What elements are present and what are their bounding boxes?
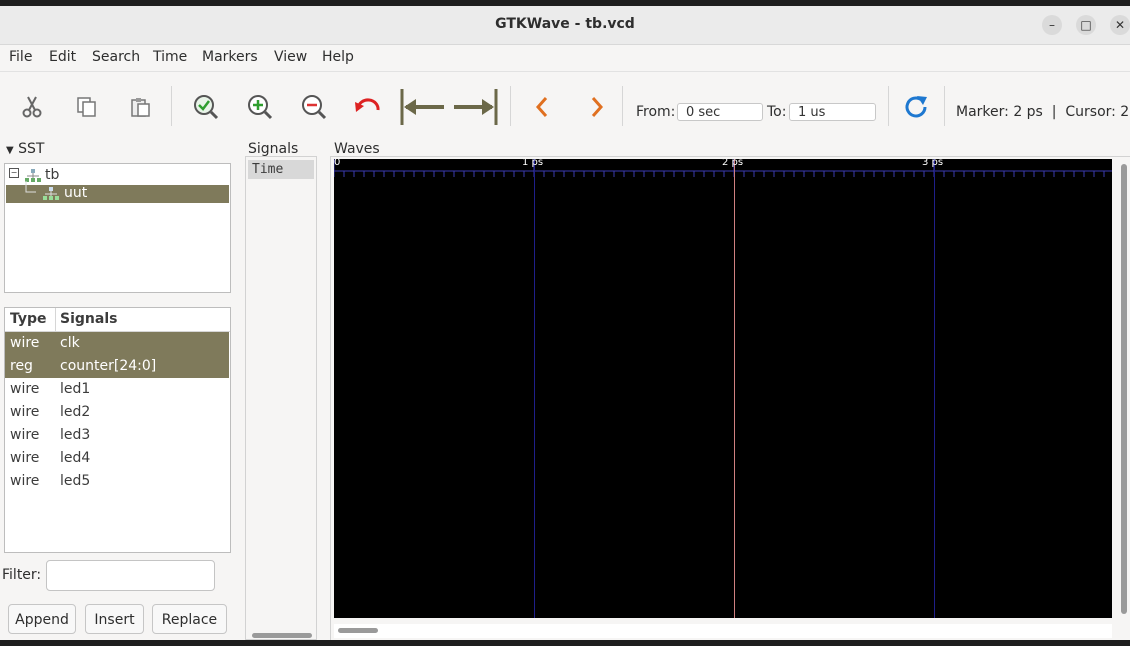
tick-label: 0 (334, 159, 341, 168)
tick-label: 1 ps (522, 159, 544, 168)
signal-type: wire (10, 473, 40, 489)
signal-row[interactable]: wire clk (5, 332, 229, 355)
signal-type: wire (10, 381, 40, 397)
expander-down-icon: ▼ (6, 145, 14, 156)
prev-edge-icon[interactable] (527, 92, 557, 122)
from-field[interactable]: 0 sec (677, 103, 763, 121)
sst-expander[interactable]: ▼ SST (6, 141, 44, 157)
signals-hscrollbar[interactable] (252, 633, 312, 638)
signal-name: led2 (60, 404, 91, 420)
maximize-button[interactable]: □ (1076, 15, 1096, 35)
waves-hscrollbar[interactable] (338, 628, 378, 633)
filter-input[interactable] (46, 560, 215, 591)
menu-view[interactable]: View (274, 49, 307, 65)
signal-list: Type Signals wire clk reg counter[24:0] wi… (4, 307, 231, 553)
menu-bar: File Edit Search Time Markers View Help (0, 45, 1130, 72)
waves-canvas[interactable]: 0 1 ps 2 ps 3 ps (334, 159, 1112, 618)
signal-row[interactable]: reg counter[24:0] (5, 355, 229, 378)
column-separator (55, 308, 56, 331)
from-label: From: (636, 104, 676, 120)
column-header-signals[interactable]: Signals (60, 308, 117, 331)
sst-label: SST (18, 141, 45, 157)
sst-tree: − tb uut (4, 163, 231, 293)
replace-button[interactable]: Replace (152, 604, 227, 634)
gtkwave-window: GTKWave - tb.vcd – □ ✕ File Edit Search … (0, 6, 1130, 646)
signal-row[interactable]: wire led3 (5, 424, 229, 447)
menu-time[interactable]: Time (153, 49, 187, 65)
tree-label: uut (64, 185, 88, 201)
signal-name: counter[24:0] (60, 358, 157, 374)
signals-pane: Time (245, 156, 317, 640)
menu-file[interactable]: File (9, 49, 32, 65)
signal-type: wire (10, 427, 40, 443)
signal-type: wire (10, 404, 40, 420)
toolbar-separator (171, 86, 172, 126)
menu-help[interactable]: Help (322, 49, 354, 65)
tick-label: 2 ps (722, 159, 744, 168)
filter-label: Filter: (2, 567, 42, 583)
signal-row[interactable]: wire led2 (5, 401, 229, 424)
toolbar-separator (510, 86, 511, 126)
signal-type: reg (10, 358, 33, 374)
minimize-button[interactable]: – (1042, 15, 1062, 35)
toolbar-separator (888, 86, 889, 126)
toolbar-separator (622, 86, 623, 126)
zoom-out-icon[interactable] (299, 92, 329, 122)
signal-name: led4 (60, 450, 91, 466)
menu-markers[interactable]: Markers (202, 49, 258, 65)
background-terminal-strip (0, 640, 1130, 646)
tree-item-uut[interactable]: uut (6, 181, 229, 203)
zoom-to-end-icon[interactable] (452, 87, 498, 127)
menu-search[interactable]: Search (92, 49, 140, 65)
copy-icon[interactable] (71, 92, 101, 122)
undo-zoom-icon[interactable] (353, 92, 383, 122)
tree-branch-icon (25, 181, 36, 193)
menu-edit[interactable]: Edit (49, 49, 76, 65)
signal-type: wire (10, 335, 40, 351)
signal-name: led3 (60, 427, 91, 443)
tree-collapse-icon[interactable]: − (9, 168, 19, 178)
marker-cursor-readout: Marker: 2 ps | Cursor: 2 ps (956, 104, 1130, 120)
signal-list-header: Type Signals (5, 308, 230, 332)
zoom-to-start-icon[interactable] (400, 87, 446, 127)
grid-line (934, 159, 935, 618)
signal-name: clk (60, 335, 80, 351)
toolbar: From: 0 sec To: 1 us Marker: 2 ps | Curs… (0, 72, 1130, 142)
to-label: To: (767, 104, 787, 120)
paste-icon[interactable] (125, 92, 155, 122)
close-button[interactable]: ✕ (1110, 15, 1130, 35)
signal-type: wire (10, 450, 40, 466)
signal-name: led1 (60, 381, 91, 397)
zoom-in-icon[interactable] (245, 92, 275, 122)
waves-hscrollbar-track (334, 624, 1112, 638)
tick-label: 3 ps (922, 159, 944, 168)
tree-item-tb[interactable]: − tb (7, 166, 227, 184)
column-header-type[interactable]: Type (10, 308, 47, 331)
waves-pane-label: Waves (334, 141, 380, 157)
signal-row[interactable]: wire led1 (5, 378, 229, 401)
append-button[interactable]: Append (8, 604, 76, 634)
insert-button[interactable]: Insert (85, 604, 144, 634)
to-field[interactable]: 1 us (789, 103, 876, 121)
tree-label: tb (45, 167, 60, 183)
next-edge-icon[interactable] (582, 92, 612, 122)
cut-icon[interactable] (17, 92, 47, 122)
title-bar: GTKWave - tb.vcd – □ ✕ (0, 6, 1130, 45)
zoom-fit-icon[interactable] (191, 92, 221, 122)
waves-vscrollbar[interactable] (1121, 164, 1127, 614)
signal-row[interactable]: wire led4 (5, 447, 229, 470)
window-title: GTKWave - tb.vcd (495, 16, 635, 32)
cursor-line[interactable] (734, 159, 735, 618)
toolbar-separator (944, 86, 945, 126)
signal-row[interactable]: wire led5 (5, 470, 229, 493)
signal-name: led5 (60, 473, 91, 489)
grid-line (534, 159, 535, 618)
reload-icon[interactable] (901, 92, 931, 122)
signals-pane-label: Signals (248, 141, 299, 157)
signal-item-time[interactable]: Time (248, 160, 314, 179)
module-icon (43, 187, 59, 200)
